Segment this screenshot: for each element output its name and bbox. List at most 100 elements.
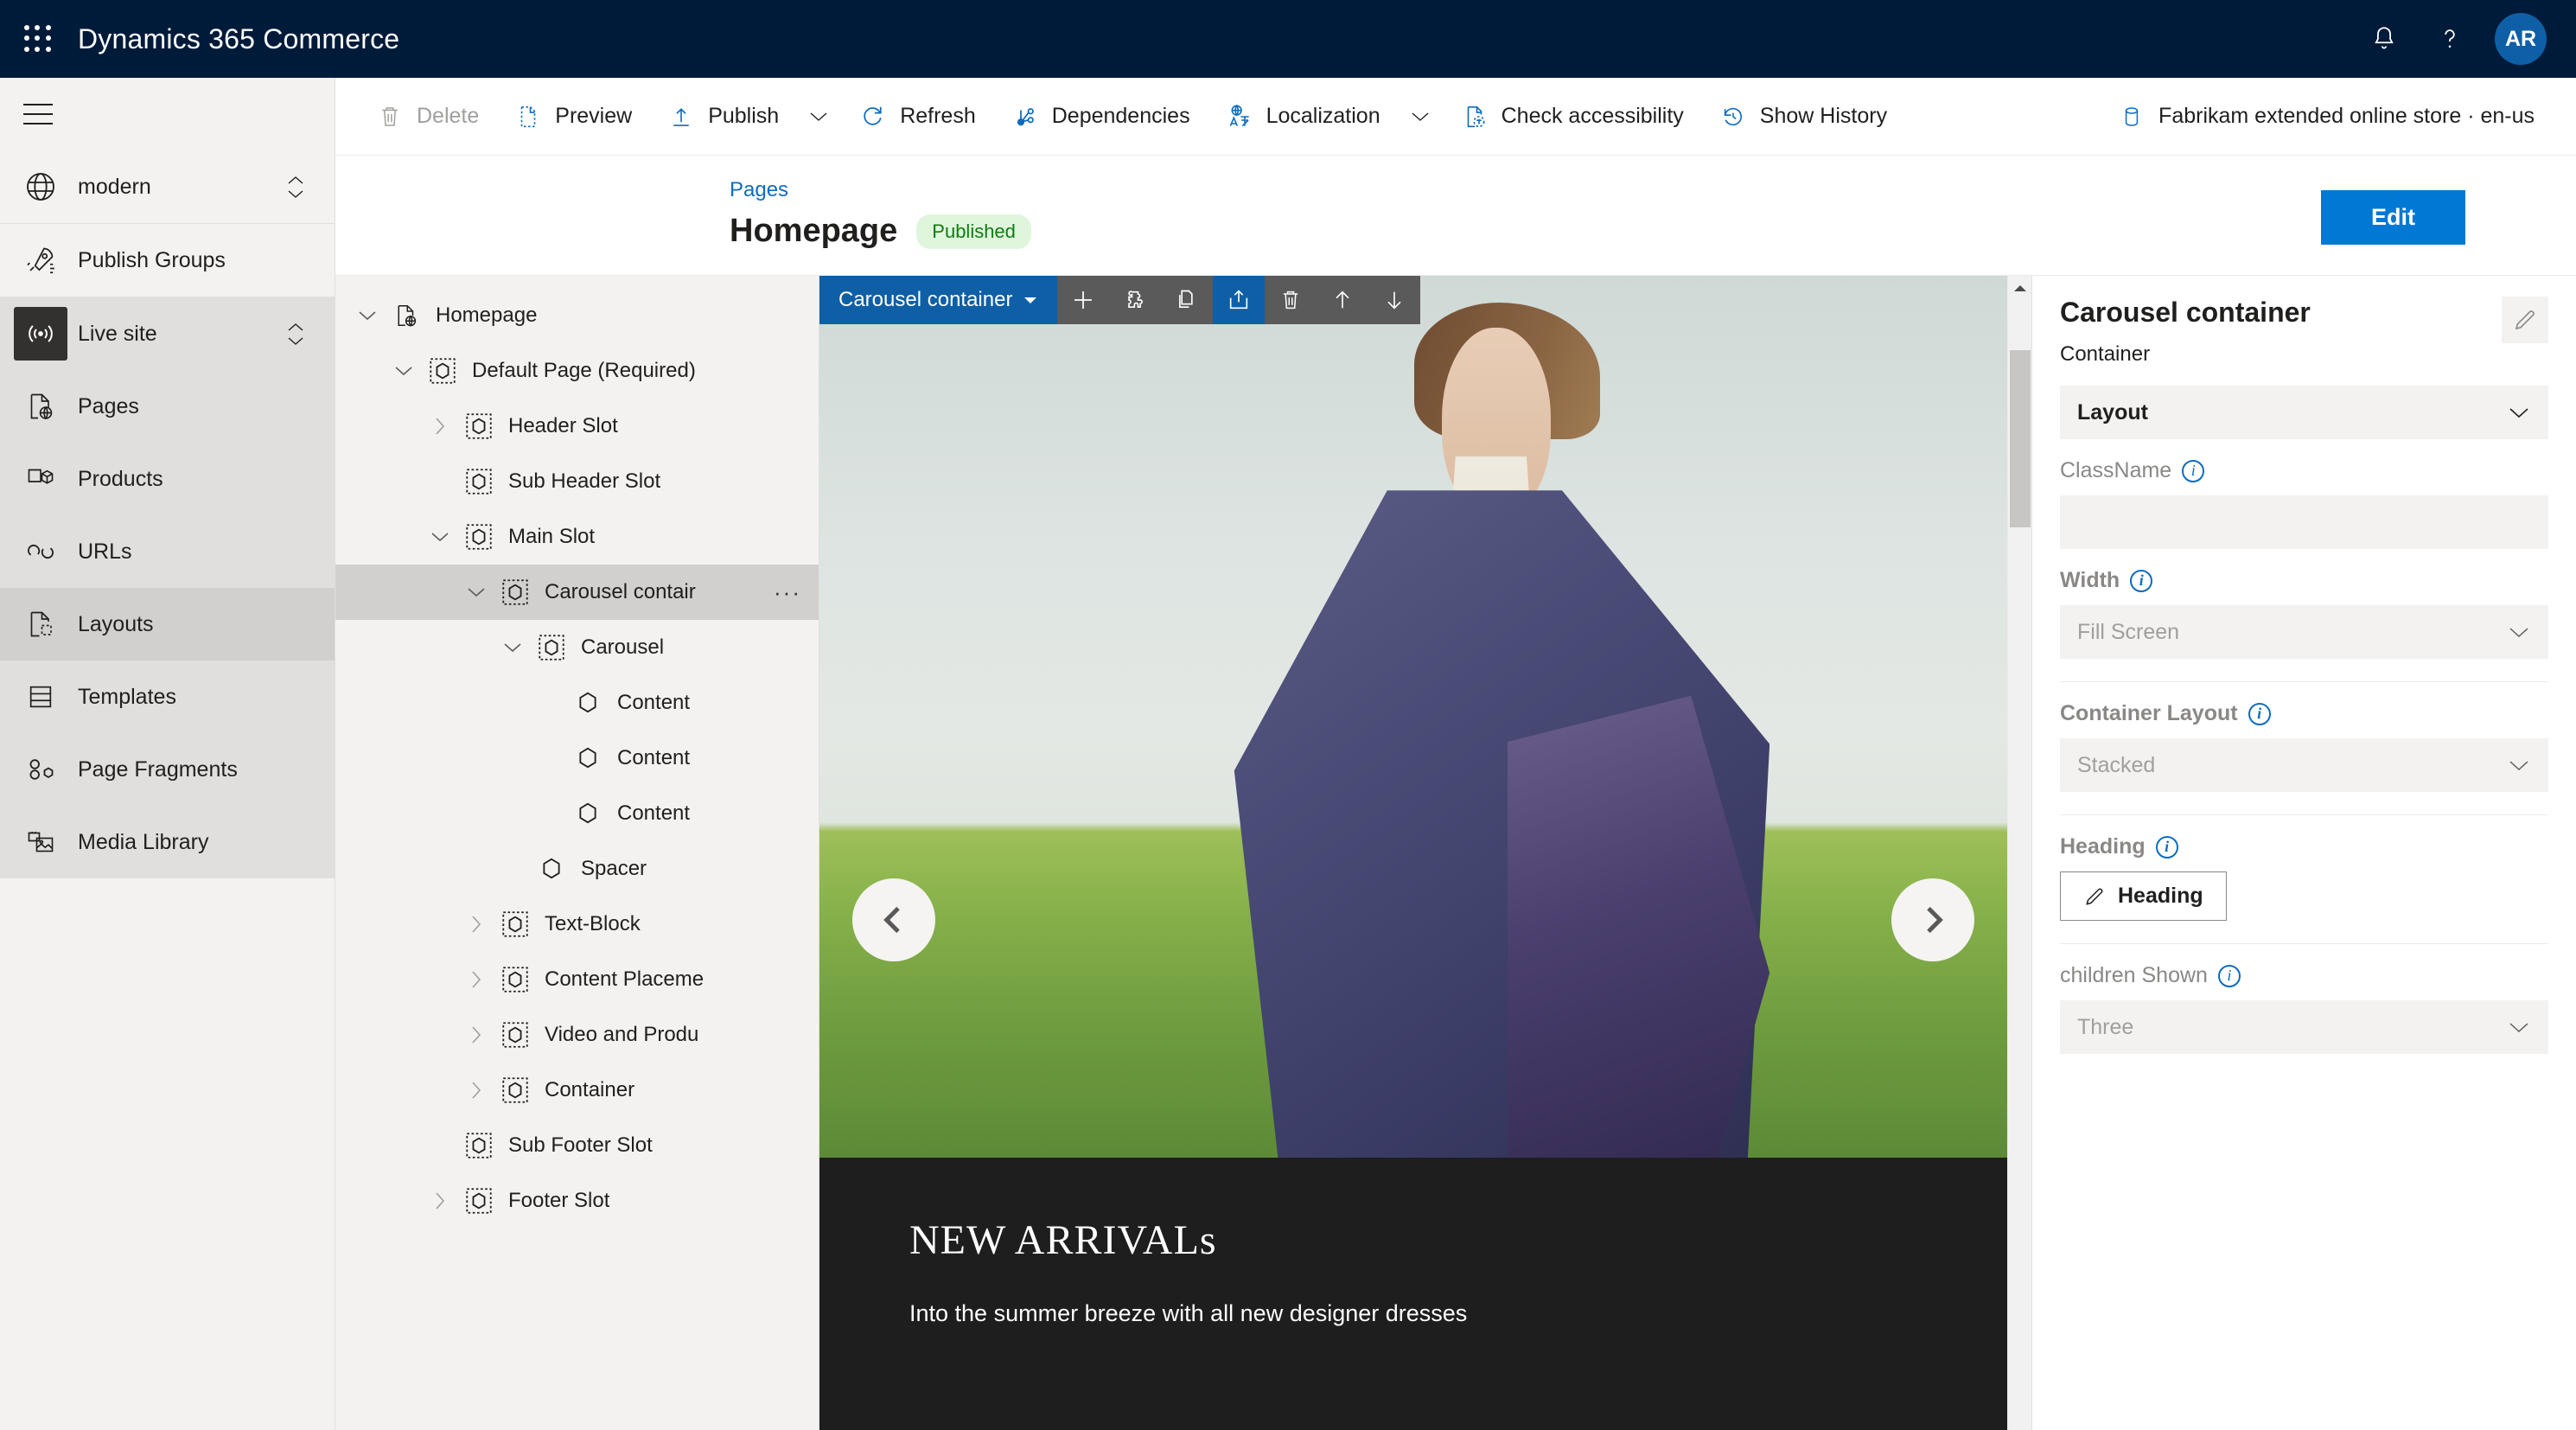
width-select[interactable]: Fill Screen xyxy=(2060,605,2548,659)
chevron-down-icon[interactable] xyxy=(456,585,496,599)
bell-icon[interactable] xyxy=(2351,6,2417,72)
show-history-button[interactable]: Show History xyxy=(1701,90,1904,144)
sidebar-item-urls[interactable]: URLs xyxy=(0,515,335,588)
caret-up-icon[interactable] xyxy=(2008,276,2031,300)
module-toolbar-buttons xyxy=(1057,276,1421,324)
info-icon[interactable]: i xyxy=(2248,702,2271,725)
sidebar-item-layouts[interactable]: Layouts xyxy=(0,588,335,661)
carousel-next-button[interactable] xyxy=(1891,878,1974,961)
field-label: ClassName i xyxy=(2060,458,2548,483)
tree-node[interactable]: Video and Produ xyxy=(335,1007,819,1063)
chevron-down-icon[interactable] xyxy=(384,364,424,378)
sidebar-item-pages[interactable]: Pages xyxy=(0,370,335,443)
info-icon[interactable]: i xyxy=(2182,459,2205,482)
tree-node[interactable]: Content xyxy=(335,786,819,841)
canvas-scrollbar[interactable] xyxy=(2007,276,2031,1430)
chevron-right-icon[interactable] xyxy=(456,1079,496,1101)
tree-node[interactable]: Default Page (Required) xyxy=(335,343,819,399)
rename-module-button[interactable] xyxy=(2502,297,2548,343)
move-up-button[interactable] xyxy=(1317,276,1368,324)
preview-button[interactable]: Preview xyxy=(496,90,649,144)
tree-node[interactable]: Sub Footer Slot xyxy=(335,1118,819,1173)
tree-node[interactable]: Spacer xyxy=(335,841,819,897)
sidebar-item-media-library[interactable]: Media Library xyxy=(0,806,335,878)
trash-icon xyxy=(1284,290,1298,310)
info-icon[interactable]: i xyxy=(2155,835,2178,859)
tree-node[interactable]: Carousel xyxy=(335,620,819,675)
module-toolbar-label[interactable]: Carousel container xyxy=(819,276,1058,324)
tree-node[interactable]: Sub Header Slot xyxy=(335,454,819,509)
waffle-grid-icon[interactable] xyxy=(19,20,57,58)
dependencies-button[interactable]: Dependencies xyxy=(993,90,1208,144)
tree-node-label: Carousel xyxy=(581,635,665,659)
question-mark-icon[interactable] xyxy=(2417,6,2483,72)
carousel-prev-button[interactable] xyxy=(852,878,935,961)
history-clock-icon xyxy=(1718,102,1748,131)
tree-node[interactable]: Content xyxy=(335,675,819,731)
tree-node[interactable]: Content Placeme xyxy=(335,952,819,1007)
pencil-icon xyxy=(2515,310,2535,330)
move-down-button[interactable] xyxy=(1368,276,1420,324)
chevron-right-icon[interactable] xyxy=(456,1024,496,1046)
command-bar: Delete Preview Publish Refresh Dependenc… xyxy=(335,78,2576,156)
channel-selector[interactable]: Fabrikam extended online store · en-us xyxy=(2100,90,2552,144)
tree-node-label: Footer Slot xyxy=(508,1189,610,1212)
module-settings-button[interactable] xyxy=(1109,276,1161,324)
canvas-scrollbar-thumb[interactable] xyxy=(2010,350,2031,527)
copy-module-button[interactable] xyxy=(1161,276,1213,324)
info-icon[interactable]: i xyxy=(2130,569,2153,592)
site-selector[interactable]: modern xyxy=(0,150,335,223)
tree-node[interactable]: Text-Block xyxy=(335,897,819,952)
hamburger-icon[interactable] xyxy=(0,78,76,150)
field-label: Width i xyxy=(2060,568,2548,593)
sidebar-item-publish-groups[interactable]: Publish Groups xyxy=(0,224,335,297)
refresh-label: Refresh xyxy=(900,104,976,128)
rocket-icon xyxy=(14,233,67,287)
chevron-down-icon[interactable] xyxy=(420,530,460,544)
tree-node[interactable]: Main Slot xyxy=(335,509,819,565)
tree-node[interactable]: Content xyxy=(335,731,819,786)
children-shown-select[interactable]: Three xyxy=(2060,1000,2548,1054)
tree-node[interactable]: Footer Slot xyxy=(335,1173,819,1229)
page-outline-tree[interactable]: Homepage Default Page (Required) Header Sl… xyxy=(335,276,819,1430)
publish-chevron-down-icon[interactable] xyxy=(796,90,841,144)
layout-section-header[interactable]: Layout xyxy=(2060,386,2548,439)
module-solid-icon xyxy=(569,744,607,773)
publish-button[interactable]: Publish xyxy=(649,90,796,144)
avatar[interactable]: AR xyxy=(2495,13,2547,65)
check-accessibility-button[interactable]: Check accessibility xyxy=(1443,90,1701,144)
chevron-down-icon[interactable] xyxy=(493,641,532,654)
sidebar-item-products[interactable]: Products xyxy=(0,443,335,515)
localization-button[interactable]: Localization xyxy=(1208,90,1398,144)
tree-node-overflow-menu-button[interactable]: ··· xyxy=(768,579,807,606)
sidebar-item-live-site[interactable]: Live site xyxy=(0,297,335,370)
page-heading: Pages Homepage Published Edit xyxy=(335,156,2576,275)
localization-chevron-down-icon[interactable] xyxy=(1398,90,1443,144)
properties-title: Carousel container xyxy=(2060,297,2311,328)
chevron-right-icon[interactable] xyxy=(456,913,496,935)
tree-node[interactable]: Header Slot xyxy=(335,399,819,454)
info-icon[interactable]: i xyxy=(2217,964,2241,987)
tree-node[interactable]: Container xyxy=(335,1063,819,1118)
sidebar-item-templates[interactable]: Templates xyxy=(0,661,335,733)
field-label-text: Width xyxy=(2060,568,2120,592)
classname-input[interactable] xyxy=(2060,495,2548,549)
sidebar-item-page-fragments[interactable]: Page Fragments xyxy=(0,733,335,806)
chevron-down-icon[interactable] xyxy=(348,309,387,322)
layout-icon xyxy=(14,597,67,651)
top-header-bar: Dynamics 365 Commerce AR xyxy=(0,0,2576,78)
heading-edit-button[interactable]: Heading xyxy=(2060,871,2227,921)
edit-button[interactable]: Edit xyxy=(2321,190,2465,245)
share-module-button[interactable] xyxy=(1213,276,1266,324)
breadcrumb[interactable]: Pages xyxy=(730,178,2576,202)
container-layout-select[interactable]: Stacked xyxy=(2060,738,2548,792)
chevron-right-icon[interactable] xyxy=(420,415,460,437)
delete-module-button[interactable] xyxy=(1265,276,1317,324)
chevron-right-icon[interactable] xyxy=(456,968,496,991)
chevron-right-icon[interactable] xyxy=(420,1190,460,1212)
tree-node[interactable]: Carousel contair ··· xyxy=(335,565,819,620)
add-module-button[interactable] xyxy=(1057,276,1109,324)
nav-group-live-site: Live site Pages Products URLs Layouts Te… xyxy=(0,297,335,878)
refresh-button[interactable]: Refresh xyxy=(841,90,993,144)
tree-node[interactable]: Homepage xyxy=(335,288,819,343)
